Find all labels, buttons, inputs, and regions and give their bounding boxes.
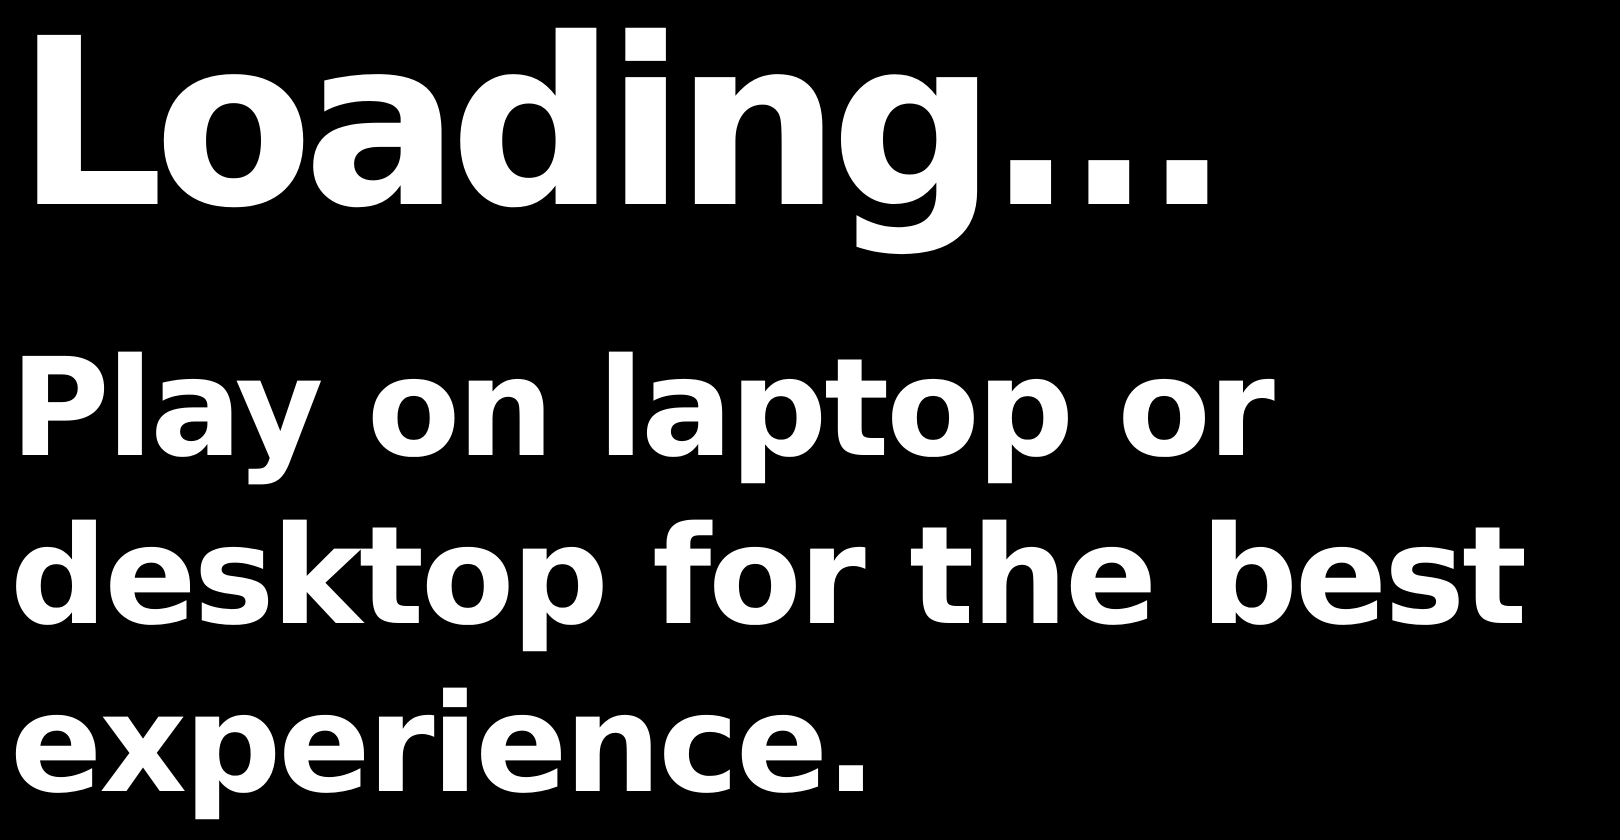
device-recommendation-message: Play on laptop or desktop for the best e… [10, 325, 1610, 829]
loading-screen: Loading... Play on laptop or desktop for… [0, 0, 1620, 840]
message-line-1: Play on laptop or [10, 330, 1275, 488]
loading-title: Loading... [16, 0, 1231, 259]
message-line-2: desktop for the best [10, 498, 1527, 656]
message-line-3: experience. [10, 666, 877, 824]
